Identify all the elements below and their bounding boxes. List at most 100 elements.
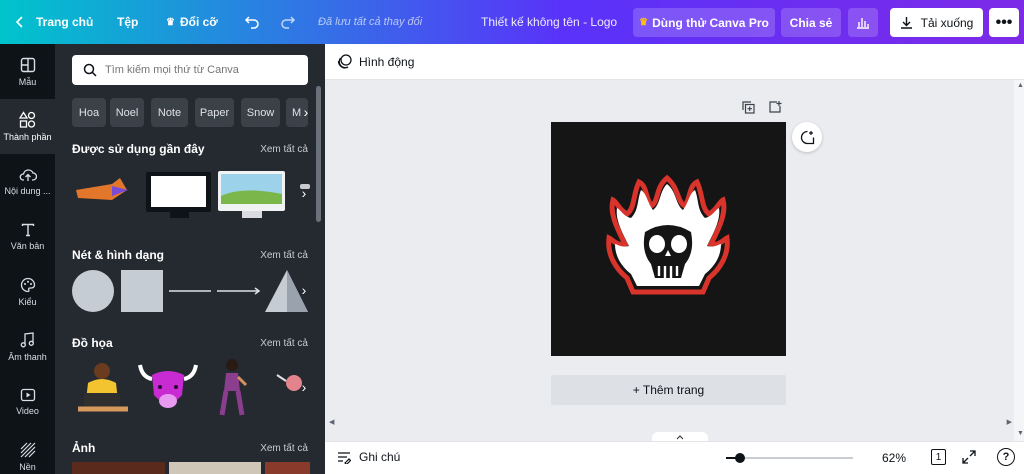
chip-paper[interactable]: Paper	[195, 98, 234, 127]
help-button[interactable]: ?	[997, 448, 1015, 466]
fullscreen-button[interactable]	[962, 450, 976, 467]
rail-audio[interactable]: Âm thanh	[0, 319, 55, 374]
scroll-down-icon[interactable]: ▼	[1017, 430, 1024, 437]
shape-square[interactable]	[121, 270, 163, 312]
graphics-items	[78, 359, 302, 416]
chevron-right-icon: ›	[301, 282, 307, 298]
photo-thumbnail[interactable]	[72, 462, 165, 474]
chip-note[interactable]: Note	[151, 98, 188, 127]
elements-icon	[19, 111, 36, 128]
rail-label: Mẫu	[18, 76, 37, 87]
elements-panel: Hoa Noel Note Paper Snow M › Được sử dụn…	[55, 44, 325, 474]
redo-button[interactable]	[280, 0, 296, 44]
add-page-button[interactable]: + Thêm trang	[551, 375, 786, 405]
chevron-up-icon	[676, 434, 684, 439]
file-menu[interactable]: Tệp	[117, 0, 138, 44]
text-icon	[21, 223, 34, 236]
templates-icon	[20, 57, 35, 72]
more-icon: •••	[995, 13, 1013, 31]
section-title-recent: Được sử dụng gần đây	[72, 142, 205, 156]
see-all-photos[interactable]: Xem tất cả	[260, 443, 308, 454]
panel-scrollbar[interactable]	[316, 86, 321, 222]
cloud-upload-icon	[19, 168, 37, 181]
shapes-items	[72, 270, 308, 312]
zoom-slider[interactable]	[726, 453, 853, 463]
undo-icon	[244, 16, 259, 29]
recent-item-monitor[interactable]	[146, 172, 211, 218]
duplicate-page-button[interactable]	[742, 101, 755, 119]
animate-button[interactable]: Hình động	[337, 54, 414, 69]
canvas-scrollbar[interactable]: ▲ ▼	[1014, 80, 1024, 441]
rail-elements[interactable]: Thành phần	[0, 99, 55, 154]
shape-circle[interactable]	[72, 270, 114, 312]
scroll-left-icon[interactable]: ◀	[329, 418, 334, 426]
shapes-next-button[interactable]: ›	[293, 279, 315, 301]
bar-chart-icon	[857, 18, 869, 29]
rail-label: Kiểu	[18, 296, 37, 307]
recent-item-desktop-computer[interactable]	[218, 171, 285, 218]
rail-label: Video	[16, 405, 39, 416]
chip-snow[interactable]: Snow	[241, 98, 280, 127]
horizontal-scrollbar[interactable]: ◀ ▶	[325, 418, 1014, 428]
notes-icon	[338, 451, 351, 464]
music-note-icon	[20, 331, 34, 347]
chip-noel[interactable]: Noel	[110, 98, 144, 127]
download-button[interactable]: Tải xuống	[890, 8, 983, 37]
home-button[interactable]: Trang chủ	[14, 0, 93, 44]
context-toolbar: Hình động	[325, 44, 1024, 80]
graphics-next-button[interactable]: ›	[293, 376, 315, 398]
duplicate-icon	[742, 101, 755, 114]
palette-icon	[20, 277, 35, 292]
insights-button[interactable]	[848, 8, 878, 37]
see-all-lines-shapes[interactable]: Xem tất cả	[260, 250, 308, 261]
page-count-button[interactable]: 1	[931, 449, 946, 465]
see-all-recent[interactable]: Xem tất cả	[260, 144, 308, 155]
search-box[interactable]	[72, 55, 308, 85]
graphic-standing-woman[interactable]	[219, 359, 248, 416]
rail-video[interactable]: Video	[0, 374, 55, 429]
see-all-graphics[interactable]: Xem tất cả	[260, 338, 308, 349]
redo-icon	[281, 16, 296, 29]
chevron-right-icon: ›	[303, 104, 309, 120]
more-button[interactable]: •••	[989, 8, 1019, 37]
graphic-bull-head[interactable]	[138, 364, 198, 408]
rail-text[interactable]: Văn bản	[0, 209, 55, 264]
recent-items	[76, 171, 310, 218]
rail-templates[interactable]: Mẫu	[0, 44, 55, 99]
notes-label: Ghi chú	[359, 450, 401, 464]
rail-uploads[interactable]: Nội dung ...	[0, 154, 55, 209]
skull-flame-logo[interactable]	[551, 122, 786, 356]
section-title-lines-shapes: Nét & hình dạng	[72, 248, 164, 262]
chips-next-button[interactable]: ›	[295, 101, 317, 123]
chevron-right-icon: ›	[301, 379, 307, 395]
bottom-bar: Ghi chú 62% 1 ?	[325, 441, 1024, 474]
try-pro-button[interactable]: ♛ Dùng thử Canva Pro	[633, 8, 775, 37]
scroll-up-icon[interactable]: ▲	[1017, 82, 1024, 89]
zoom-level[interactable]: 62%	[882, 451, 906, 465]
scroll-right-icon[interactable]: ▶	[1007, 418, 1012, 426]
shape-arrow-line[interactable]	[217, 287, 261, 295]
photo-thumbnail[interactable]	[265, 462, 310, 474]
undo-button[interactable]	[244, 0, 260, 44]
rail-styles[interactable]: Kiểu	[0, 264, 55, 319]
resize-label: Đổi cỡ	[179, 15, 218, 29]
comment-button[interactable]	[792, 122, 822, 152]
download-icon	[900, 17, 912, 29]
notes-button[interactable]: Ghi chú	[337, 450, 400, 464]
share-button[interactable]: Chia sẻ	[781, 8, 841, 37]
resize-button[interactable]: ♛ Đổi cỡ	[166, 0, 218, 44]
chip-hoa[interactable]: Hoa	[72, 98, 106, 127]
add-page-icon-button[interactable]	[768, 100, 782, 119]
zoom-slider-handle[interactable]	[735, 453, 745, 463]
graphic-person-with-laptop[interactable]	[78, 363, 128, 412]
search-icon	[83, 63, 97, 77]
recent-item-hand-drawn-shape[interactable]	[76, 178, 128, 200]
search-input[interactable]	[105, 64, 295, 76]
photo-thumbnail[interactable]	[169, 462, 261, 474]
background-pattern-icon	[20, 442, 35, 457]
recent-next-button[interactable]: ›	[293, 182, 315, 204]
rail-background[interactable]: Nền	[0, 429, 55, 474]
design-page[interactable]	[551, 122, 786, 356]
document-title[interactable]: Thiết kế không tên - Logo	[481, 0, 617, 44]
chevron-right-icon: ›	[301, 185, 307, 201]
